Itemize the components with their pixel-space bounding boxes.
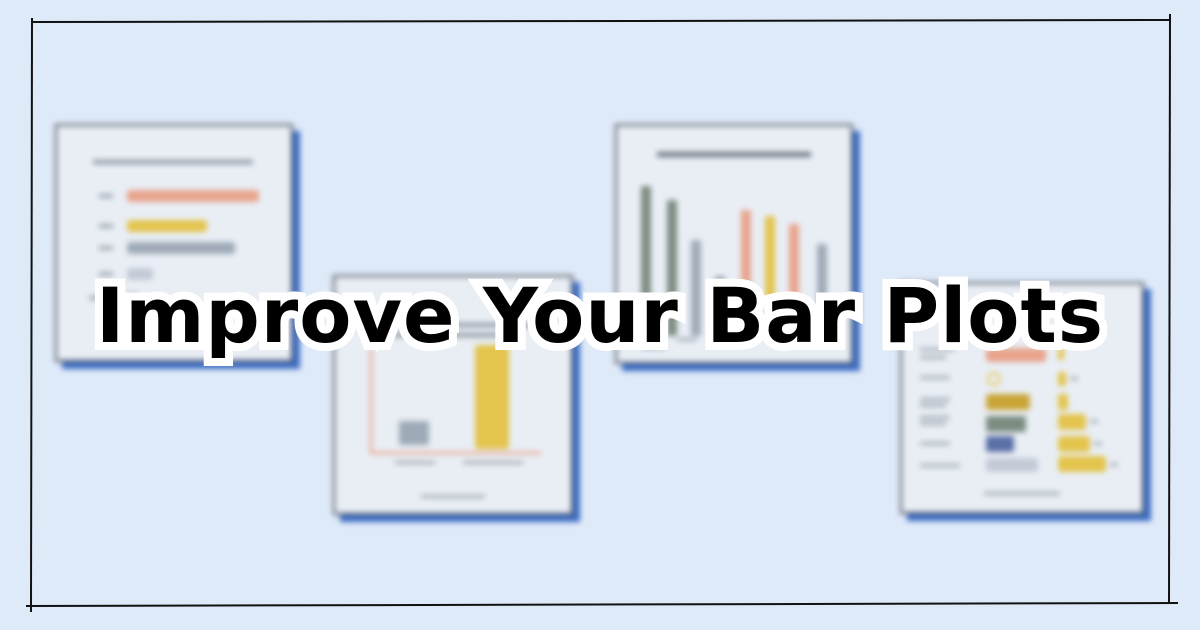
page-title: Improve Your Bar Plots	[88, 263, 1111, 368]
